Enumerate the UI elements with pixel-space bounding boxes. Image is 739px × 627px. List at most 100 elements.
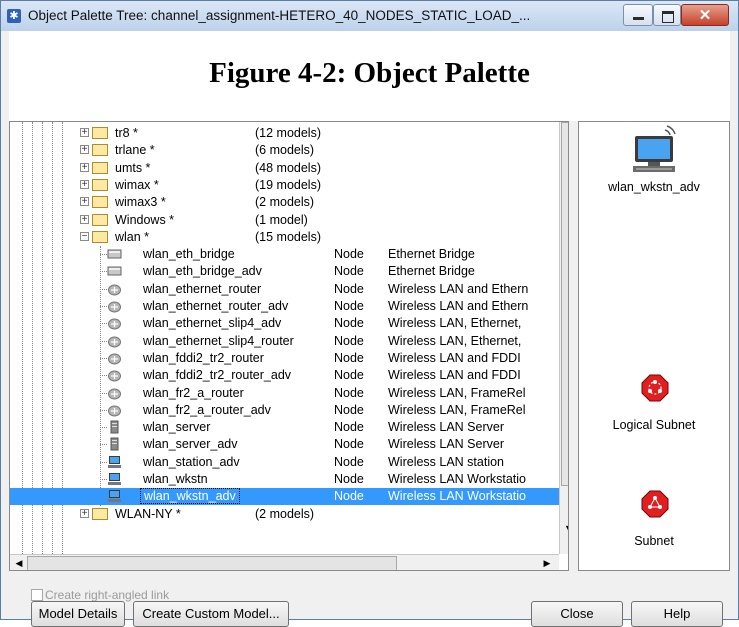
model-description: Wireless LAN Server — [388, 420, 504, 435]
tree-folder-row[interactable]: + wimax3 * (2 models) — [10, 194, 568, 211]
model-name: wlan_server — [143, 420, 211, 435]
tree-branch-tick — [100, 427, 107, 429]
model-description: Wireless LAN, Ethernet, — [388, 333, 522, 348]
tree-folder-row[interactable]: + trlane * (6 models) — [10, 142, 568, 159]
model-type: Node — [334, 437, 364, 452]
right-angled-link-checkbox[interactable] — [31, 589, 43, 601]
model-name: wlan_ethernet_slip4_adv — [143, 316, 282, 331]
model-name: wlan_ethernet_router — [143, 281, 262, 296]
tree-item-row[interactable]: wlan_fddi2_tr2_router Node Wireless LAN an… — [10, 350, 568, 367]
expand-icon[interactable]: + — [80, 197, 89, 207]
tree-folder-row[interactable]: − wlan * (15 models) — [10, 229, 568, 246]
tree-folder-row[interactable]: + WLAN-NY * (2 models) — [10, 506, 568, 523]
maximize-button[interactable] — [653, 4, 681, 26]
bridge-icon — [107, 266, 122, 276]
expand-icon[interactable]: + — [80, 508, 89, 518]
server-icon — [110, 420, 119, 434]
figure-caption: Figure 4-2: Object Palette — [209, 57, 530, 89]
expand-icon[interactable]: + — [80, 128, 89, 138]
expand-icon[interactable]: + — [80, 179, 89, 189]
tree-folder-row[interactable]: + wimax * (19 models) — [10, 177, 568, 194]
model-name: wlan_station_adv — [143, 454, 240, 469]
router-icon — [108, 353, 121, 365]
model-type: Node — [334, 420, 364, 435]
help-button[interactable]: Help — [631, 601, 723, 627]
tree-branch-tick — [100, 409, 107, 411]
app-icon: ✱ — [7, 9, 21, 23]
folder-name: wimax * — [115, 177, 159, 192]
model-description: Ethernet Bridge — [388, 264, 475, 279]
model-description: Wireless LAN, FrameRel — [388, 385, 526, 400]
model-name: wlan_fddi2_tr2_router — [143, 350, 264, 365]
tree-item-row[interactable]: wlan_ethernet_slip4_router Node Wireless L… — [10, 333, 568, 350]
horizontal-scroll-thumb[interactable] — [27, 556, 397, 570]
model-type: Node — [334, 454, 364, 469]
tree-item-row[interactable]: wlan_server_adv Node Wireless LAN Server — [10, 436, 568, 453]
model-description: Wireless LAN Workstatio — [388, 489, 526, 504]
tree-item-row[interactable]: wlan_ethernet_router_adv Node Wireless LAN… — [10, 298, 568, 315]
server-icon — [110, 437, 119, 451]
tree-item-row[interactable]: wlan_fr2_a_router_adv Node Wireless LAN, F… — [10, 402, 568, 419]
title-bar[interactable]: ✱ Object Palette Tree: channel_assignmen… — [1, 1, 738, 31]
model-type: Node — [334, 316, 364, 331]
tree-item-row[interactable]: wlan_wkstn Node Wireless LAN Workstatio — [10, 471, 568, 488]
tree-item-row[interactable]: wlan_eth_bridge Node Ethernet Bridge — [10, 246, 568, 263]
model-type: Node — [334, 264, 364, 279]
tree-item-row[interactable]: wlan_ethernet_slip4_adv Node Wireless LAN,… — [10, 315, 568, 332]
model-description: Wireless LAN, FrameRel — [388, 402, 526, 417]
folder-model-count: (2 models) — [255, 506, 315, 521]
model-description: Wireless LAN and Ethern — [388, 281, 529, 296]
logical-subnet-icon — [641, 374, 669, 402]
model-description: Wireless LAN and FDDI — [388, 368, 521, 383]
workstation-icon — [108, 455, 121, 468]
model-name: wlan_eth_bridge_adv — [143, 264, 262, 279]
tree-item-row[interactable]: wlan_fddi2_tr2_router_adv Node Wireless LA… — [10, 367, 568, 384]
scroll-down-icon[interactable]: ▼ — [561, 520, 568, 537]
create-custom-model-button[interactable]: Create Custom Model... — [133, 601, 289, 627]
bridge-icon — [107, 249, 122, 259]
model-type: Node — [334, 402, 364, 417]
model-details-button[interactable]: Model Details — [31, 601, 125, 627]
tree-item-row[interactable]: wlan_station_adv Node Wireless LAN station — [10, 454, 568, 471]
vertical-scroll-thumb[interactable] — [561, 122, 568, 486]
tree-item-row[interactable]: wlan_ethernet_router Node Wireless LAN and… — [10, 281, 568, 298]
tree-item-row[interactable]: wlan_server Node Wireless LAN Server — [10, 419, 568, 436]
workstation-icon — [108, 473, 121, 485]
expand-icon[interactable]: + — [80, 214, 89, 224]
tree-branch-tick — [100, 496, 107, 498]
folder-icon — [92, 196, 108, 209]
close-icon: ✕ — [698, 7, 712, 24]
scroll-left-icon[interactable]: ◀ — [12, 555, 26, 570]
scroll-right-icon[interactable]: ▶ — [540, 555, 554, 570]
tree-branch-tick — [100, 479, 107, 480]
router-icon — [108, 405, 121, 417]
folder-model-count: (48 models) — [255, 160, 321, 175]
palette-preview-panel[interactable]: wlan_wkstn_adv Logical Subnet Subnet — [578, 121, 730, 571]
minimize-button[interactable] — [623, 4, 653, 26]
tree-branch-tick — [100, 357, 107, 359]
model-type: Node — [334, 333, 364, 348]
expand-icon[interactable]: + — [80, 162, 89, 172]
collapse-icon[interactable]: − — [80, 231, 89, 241]
tree-item-row[interactable]: wlan_fr2_a_router Node Wireless LAN, Frame… — [10, 385, 568, 402]
tree-folder-row[interactable]: + umts * (48 models) — [10, 160, 568, 177]
model-description: Ethernet Bridge — [388, 247, 475, 262]
tree-branch-tick — [100, 340, 107, 342]
horizontal-scrollbar[interactable]: ◀ ▶ — [10, 554, 559, 570]
model-name: wlan_wkstn_adv — [140, 488, 240, 505]
expand-icon[interactable]: + — [80, 145, 89, 155]
model-description: Wireless LAN Server — [388, 437, 504, 452]
tree-item-row[interactable]: wlan_eth_bridge_adv Node Ethernet Bridge — [10, 263, 568, 280]
model-name: wlan_wkstn — [143, 472, 208, 486]
close-button[interactable]: Close — [531, 601, 623, 627]
folder-icon — [92, 144, 108, 157]
window-close-button[interactable]: ✕ — [681, 4, 729, 26]
vertical-scrollbar[interactable]: ▼ — [559, 122, 568, 554]
tree-folder-row[interactable]: + tr8 * (12 models) — [10, 125, 568, 142]
tree-item-row-selected[interactable]: wlan_wkstn_adv Node Wireless LAN Workstati… — [10, 488, 568, 506]
model-tree[interactable]: + tr8 * (12 models) + trlane * (6 models) + umt… — [9, 121, 569, 571]
folder-model-count: (19 models) — [255, 177, 321, 192]
tree-branch-tick — [100, 323, 107, 325]
tree-folder-row[interactable]: + Windows * (1 model) — [10, 212, 568, 229]
router-icon — [108, 318, 121, 330]
